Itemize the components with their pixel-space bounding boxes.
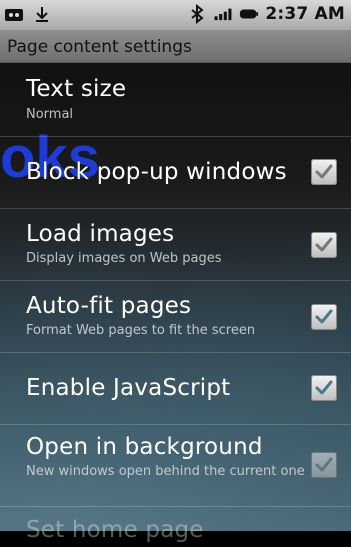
setting-title: Block pop-up windows <box>26 159 287 185</box>
setting-summary: Format Web pages to fit the screen <box>26 323 256 338</box>
checkmark-icon <box>315 237 333 252</box>
download-icon <box>32 5 52 25</box>
voicemail-icon <box>4 5 24 25</box>
setting-checkbox[interactable] <box>311 232 337 258</box>
setting-summary: New windows open behind the current one <box>26 464 305 479</box>
battery-icon <box>239 4 259 24</box>
checkmark-icon <box>315 309 333 324</box>
setting-checkbox[interactable] <box>311 159 337 185</box>
bluetooth-icon <box>187 4 207 24</box>
setting-title: Text size <box>26 76 127 102</box>
page-title: Page content settings <box>7 37 192 57</box>
setting-title: Enable JavaScript <box>26 375 231 401</box>
setting-row-home-page[interactable]: Set home page <box>0 507 351 547</box>
checkmark-icon <box>315 164 333 179</box>
setting-title: Load images <box>26 221 175 247</box>
setting-row-auto-fit[interactable]: Auto-fit pages Format Web pages to fit t… <box>0 281 351 353</box>
setting-checkbox[interactable] <box>311 375 337 401</box>
setting-summary: Normal <box>26 107 74 122</box>
checkmark-icon <box>315 457 333 472</box>
setting-row-open-background[interactable]: Open in background New windows open behi… <box>0 425 351 507</box>
signal-icon <box>213 4 233 24</box>
setting-row-load-images[interactable]: Load images Display images on Web pages <box>0 209 351 281</box>
status-time: 2:37 AM <box>265 4 345 24</box>
setting-row-javascript[interactable]: Enable JavaScript <box>0 353 351 425</box>
status-left <box>4 5 52 25</box>
settings-list[interactable]: oks Text size Normal Block pop-up window… <box>0 63 351 543</box>
checkmark-icon <box>315 380 333 395</box>
status-right: 2:37 AM <box>187 4 345 24</box>
setting-title: Open in background <box>26 434 263 460</box>
setting-row-text-size[interactable]: Text size Normal <box>0 63 351 137</box>
status-bar: 2:37 AM <box>0 0 351 30</box>
setting-checkbox[interactable] <box>311 304 337 330</box>
setting-summary: Display images on Web pages <box>26 251 222 266</box>
page-title-bar: Page content settings <box>0 30 351 63</box>
setting-title: Auto-fit pages <box>26 293 192 319</box>
setting-row-block-popups[interactable]: Block pop-up windows <box>0 137 351 209</box>
setting-title: Set home page <box>26 517 204 543</box>
setting-checkbox[interactable] <box>311 452 337 478</box>
